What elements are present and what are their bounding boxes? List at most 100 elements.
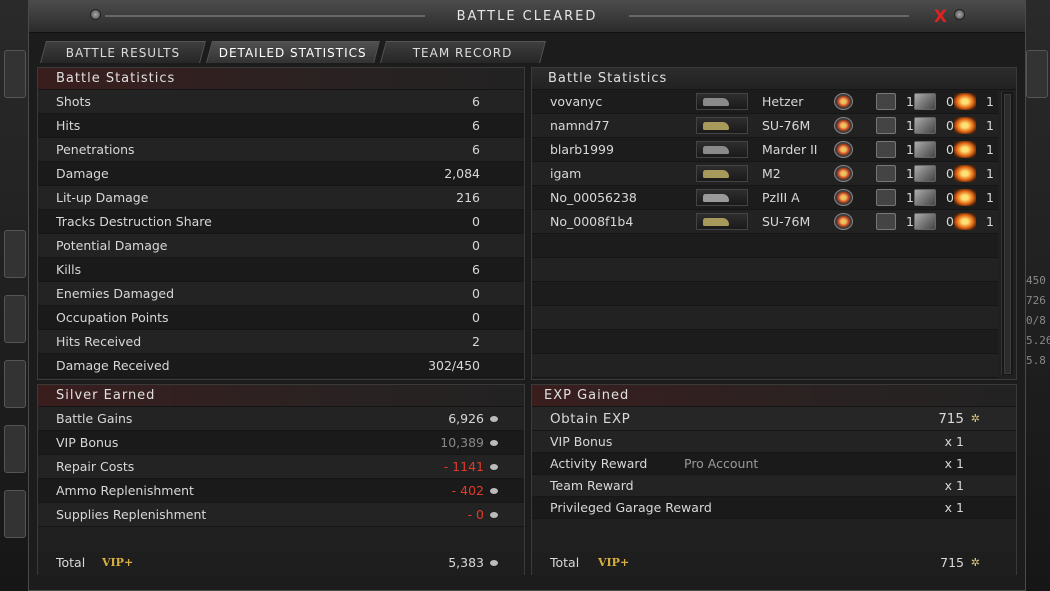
scrollbar-thumb[interactable] [1004,94,1011,374]
stat-row: Damage 2,084 [38,162,524,186]
coin-icon [490,512,498,518]
silver-label: Repair Costs [56,459,135,474]
tank-destroyed-icon [876,93,896,110]
silver-value: - 402 [451,483,484,498]
silver-value: - 1141 [443,459,484,474]
silver-label: Ammo Replenishment [56,483,194,498]
exp-total-row: Total VIP+ 715 ✲ [532,551,1016,575]
side-icon-2[interactable] [4,295,26,343]
tab-team-record[interactable]: TEAM RECORD [380,41,546,63]
player-name: igam [550,166,582,181]
stat-label: Lit-up Damage [56,190,149,205]
stat-row: Penetrations 6 [38,138,524,162]
stat-value: 6 [472,118,480,133]
tank-icon [696,213,748,230]
stat-value: 2 [472,334,480,349]
total-label: Total [550,555,580,570]
side-icon-4[interactable] [4,425,26,473]
team-member-row[interactable]: No_0008f1b4 SU-76M 1 0 1 [532,210,998,234]
obtain-exp-row: Obtain EXP 715 ✲ [532,407,1016,431]
hits-value: 0 [946,118,954,133]
exp-row: VIP Bonus x 1 [532,431,1016,453]
close-button[interactable]: X [934,7,947,27]
team-member-row[interactable]: namnd77 SU-76M 1 0 1 [532,114,998,138]
peek-value: 5.8 [1026,354,1046,367]
hits-value: 0 [946,166,954,181]
fire-icon [954,93,976,110]
stat-row: Lit-up Damage 216 [38,186,524,210]
stat-row: Hits 6 [38,114,524,138]
stat-value: 0 [472,238,480,253]
silver-row: Battle Gains 6,926 [38,407,524,431]
empty-row [532,306,998,330]
fire-icon [954,141,976,158]
hit-icon [914,117,936,134]
team-scrollbar[interactable] [1001,92,1013,375]
panel-header: EXP Gained [532,385,1016,407]
damage-value: 1 [986,118,994,133]
battle-statistics-panel: Battle Statistics Shots 6 Hits 6 Penetration… [37,67,525,380]
stat-value: 0 [472,286,480,301]
exp-multiplier: x 1 [944,478,964,493]
hit-icon [914,213,936,230]
rivet-icon [954,9,965,20]
panel-header: Silver Earned [38,385,524,407]
coin-icon [490,560,498,566]
kills-value: 1 [906,190,914,205]
tank-name: SU-76M [762,118,811,133]
exp-multiplier: x 1 [944,500,964,515]
exp-gained-panel: EXP Gained Obtain EXP 715 ✲ VIP Bonus x 1… [531,384,1017,575]
silver-total-row: Total VIP+ 5,383 [38,551,524,575]
tank-name: M2 [762,166,781,181]
hit-icon [914,93,936,110]
left-arrow-button[interactable] [4,50,26,98]
stat-label: Occupation Points [56,310,169,325]
team-member-row[interactable]: blarb1999 Marder II 1 0 1 [532,138,998,162]
vip-plus-badge: VIP+ [102,556,134,569]
kills-value: 1 [906,214,914,229]
damage-value: 1 [986,94,994,109]
team-member-row[interactable]: igam M2 1 0 1 [532,162,998,186]
tank-destroyed-icon [876,189,896,206]
player-name: vovanyc [550,94,603,109]
exp-list: VIP Bonus x 1 Activity Reward Pro Account x … [532,431,1016,519]
player-name: No_00056238 [550,190,637,205]
right-side-strip: 450 726 0/8 5.26 5.8 [1022,0,1050,591]
tab-detailed-statistics[interactable]: DETAILED STATISTICS [206,41,380,63]
stat-label: Tracks Destruction Share [56,214,212,229]
peek-value: 450 [1026,274,1046,287]
empty-row [532,282,998,306]
tab-battle-results[interactable]: BATTLE RESULTS [40,41,206,63]
team-member-row[interactable]: vovanyc Hetzer 1 0 1 [532,90,998,114]
player-name: namnd77 [550,118,610,133]
peek-value: 5.26 [1026,334,1050,347]
stat-label: Kills [56,262,82,277]
battle-result-window: BATTLE CLEARED X BATTLE RESULTS DETAILED… [28,0,1026,591]
silver-row: Supplies Replenishment - 0 [38,503,524,527]
total-value: 5,383 [448,555,484,570]
tank-name: PzIII A [762,190,800,205]
silver-row: Repair Costs - 1141 [38,455,524,479]
stat-value: 302/450 [428,358,480,373]
damage-value: 1 [986,166,994,181]
side-icon-3[interactable] [4,360,26,408]
exp-label: Privileged Garage Reward [550,500,712,515]
tank-icon [696,165,748,182]
silver-label: Battle Gains [56,411,133,426]
coin-icon [490,440,498,446]
coin-icon [490,464,498,470]
right-arrow-button[interactable] [1026,50,1048,98]
team-member-row[interactable]: No_00056238 PzIII A 1 0 1 [532,186,998,210]
target-medal-icon [834,93,853,110]
stat-row: Shots 6 [38,90,524,114]
exp-star-icon: ✲ [970,556,980,569]
exp-multiplier: x 1 [944,456,964,471]
side-icon-1[interactable] [4,230,26,278]
hits-value: 0 [946,214,954,229]
exp-row: Activity Reward Pro Account x 1 [532,453,1016,475]
empty-row [532,258,998,282]
stat-value: 0 [472,214,480,229]
title-decor-line [629,15,909,17]
side-icon-5[interactable] [4,490,26,538]
total-label: Total [56,555,86,570]
